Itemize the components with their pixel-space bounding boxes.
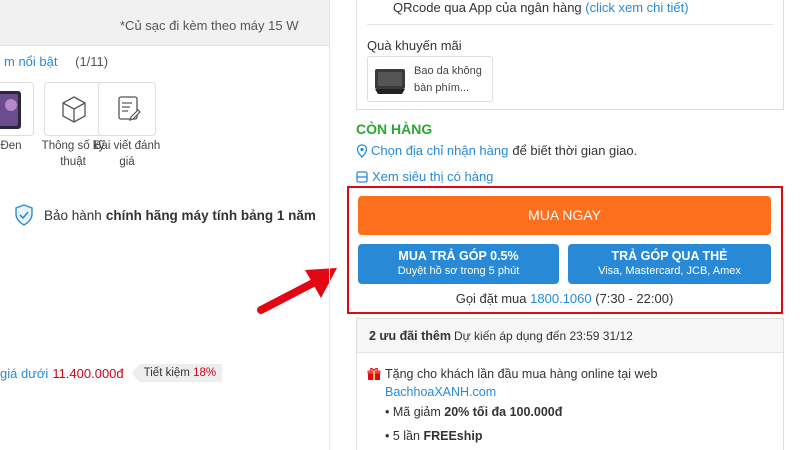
save-label: Tiết kiệm xyxy=(143,367,190,379)
hotline-hours: (7:30 - 22:00) xyxy=(595,291,674,306)
offers-header: 2 ưu đãi thêm Dự kiến áp dụng đến 23:59 … xyxy=(357,319,783,353)
offers-count: 2 ưu đãi thêm xyxy=(369,329,451,343)
thumb-label-review: Bài viết đánh giá xyxy=(93,140,161,168)
offers-date: Dự kiến áp dụng đến 23:59 31/12 xyxy=(454,329,633,343)
qr-text: QRcode qua App của ngân hàng xyxy=(393,0,582,15)
save-percent: 18% xyxy=(193,367,217,379)
extra-offers-box: 2 ưu đãi thêm Dự kiến áp dụng đến 23:59 … xyxy=(356,318,784,450)
offer-bullet-prefix: 5 lần xyxy=(392,429,420,443)
installment-button[interactable]: MUA TRẢ GÓP 0.5% Duyệt hồ sơ trong 5 phú… xyxy=(358,244,559,284)
buy-now-button[interactable]: MUA NGAY xyxy=(358,196,771,235)
thumb-review[interactable] xyxy=(98,82,156,136)
card-installment-title: TRẢ GÓP QUA THẺ xyxy=(611,249,728,263)
address-link[interactable]: Chọn địa chỉ nhận hàng xyxy=(371,143,508,158)
gift-item-card[interactable]: Bao da không bàn phím... xyxy=(367,56,493,102)
card-installment-subtitle: Visa, Mastercard, JCB, Amex xyxy=(598,265,741,277)
installment-title: MUA TRẢ GÓP 0.5% xyxy=(398,249,519,263)
stock-status: CÒN HÀNG xyxy=(356,121,433,137)
cube-icon xyxy=(62,96,86,123)
location-pin-icon xyxy=(356,143,368,158)
promo-box: QRcode qua App của ngân hàng (click xem … xyxy=(356,0,784,110)
store-availability[interactable]: Xem siêu thị có hàng xyxy=(356,169,493,184)
promo-separator xyxy=(367,24,773,25)
card-installment-button[interactable]: TRẢ GÓP QUA THẺ Visa, Mastercard, JCB, A… xyxy=(568,244,771,284)
warranty-bold: chính hãng máy tính bảng 1 năm xyxy=(105,207,316,223)
price-label[interactable]: giá dưới xyxy=(0,366,48,381)
price-value: 11.400.000đ xyxy=(52,365,124,381)
hotline-number[interactable]: 1800.1060 xyxy=(530,291,591,306)
save-badge: Tiết kiệm 18% xyxy=(131,364,223,382)
shield-check-icon xyxy=(15,204,33,226)
offer-bullet-prefix: Mã giảm xyxy=(392,405,441,419)
tablet-color-thumbnail xyxy=(0,91,21,129)
hotline-label: Gọi đặt mua xyxy=(455,291,527,306)
featured-link[interactable]: m nổi bật xyxy=(4,54,57,69)
hotline: Gọi đặt mua 1800.1060 (7:30 - 22:00) xyxy=(358,291,771,306)
offer-site-link[interactable]: BachhoaXANH.com xyxy=(385,385,496,399)
offer-bullet-bold: 20% tối đa 100.000đ xyxy=(444,405,563,419)
delivery-address: Chọn địa chỉ nhận hàng để biết thời gian… xyxy=(356,143,637,158)
offer-bullet-bold: FREEship xyxy=(423,429,483,443)
offer-bullet: • Mã giảm 20% tối đa 100.000đ xyxy=(385,405,563,419)
warranty-info: Bảo hành chính hãng máy tính bảng 1 năm xyxy=(14,204,316,226)
warranty-prefix: Bảo hành xyxy=(44,207,102,223)
charger-note: *Củ sạc đi kèm theo máy 15 W xyxy=(120,18,299,33)
qr-detail-link[interactable]: (click xem chi tiết) xyxy=(585,0,688,15)
address-suffix: để biết thời gian giao. xyxy=(512,143,638,158)
gift-icon xyxy=(367,368,381,380)
tablet-case-image xyxy=(375,69,405,94)
thumb-color-black[interactable] xyxy=(0,82,34,136)
offer-bullet: • 5 lần FREEship xyxy=(385,429,483,443)
gift-title: Quà khuyến mãi xyxy=(367,38,462,53)
thumb-specs[interactable] xyxy=(44,82,102,136)
gift-item-name: Bao da không bàn phím... xyxy=(414,65,482,94)
featured-count: (1/11) xyxy=(75,54,109,69)
featured-row: m nổi bật (1/11) xyxy=(4,54,108,69)
article-edit-icon xyxy=(118,96,141,121)
column-divider xyxy=(329,0,330,450)
store-icon xyxy=(356,170,368,183)
installment-subtitle: Duyệt hồ sơ trong 5 phút xyxy=(397,265,520,277)
charger-note-box: *Củ sạc đi kèm theo máy 15 W xyxy=(0,0,330,46)
qr-promo: QRcode qua App của ngân hàng (click xem … xyxy=(393,0,689,15)
offer-text: Tặng cho khách lần đầu mua hàng online t… xyxy=(385,367,658,381)
store-link[interactable]: Xem siêu thị có hàng xyxy=(372,169,493,184)
price-compare: giá dưới 11.400.000đ Tiết kiệm 18% xyxy=(0,364,223,382)
